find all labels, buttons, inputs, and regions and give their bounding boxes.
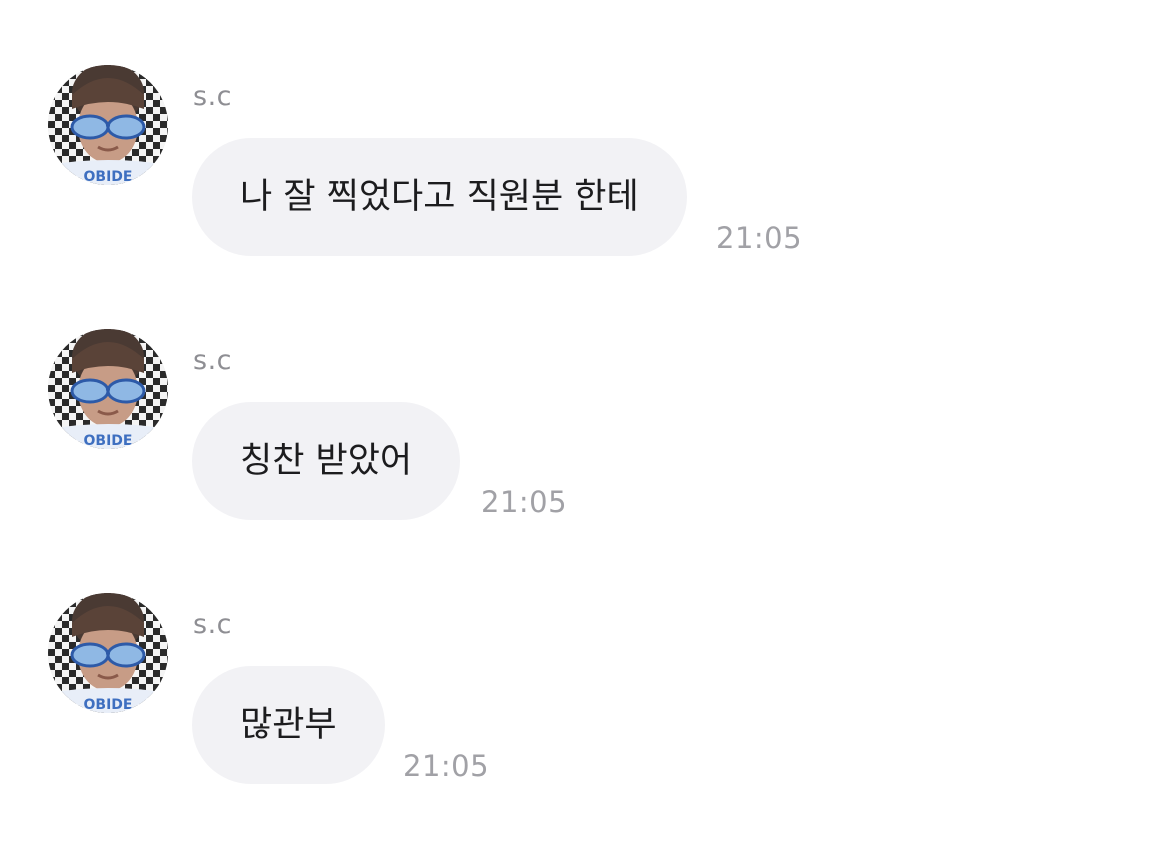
message-bubble[interactable]: 많관부 [192,666,385,784]
message-bubble[interactable]: 나 잘 찍었다고 직원분 한테 [192,138,687,256]
profile-photo-icon[interactable] [48,593,168,713]
message-group: s.c 나 잘 찍었다고 직원분 한테 21:05 [0,65,1170,265]
sender-name[interactable]: s.c [193,81,232,113]
profile-photo-icon[interactable] [48,329,168,449]
message-timestamp: 21:05 [716,221,803,255]
message-group: s.c 많관부 21:05 [0,593,1170,793]
message-timestamp: 21:05 [403,749,490,783]
message-group: s.c 칭찬 받았어 21:05 [0,329,1170,529]
message-bubble[interactable]: 칭찬 받았어 [192,402,461,520]
sender-name[interactable]: s.c [193,609,232,641]
message-timestamp: 21:05 [481,485,568,519]
sender-name[interactable]: s.c [193,345,232,377]
profile-photo-icon[interactable] [48,65,168,185]
